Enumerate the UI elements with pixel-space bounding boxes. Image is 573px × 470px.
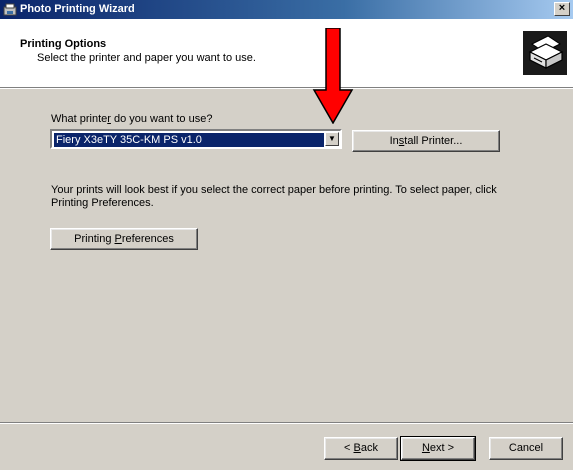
dropdown-arrow-icon[interactable]: ▼ [325, 132, 339, 146]
wizard-header: Printing Options Select the printer and … [0, 19, 573, 87]
install-printer-button[interactable]: Install Printer... [352, 130, 500, 152]
red-arrow-annotation [312, 28, 354, 124]
window-title: Photo Printing Wizard [20, 3, 135, 15]
next-button[interactable]: Next > [400, 436, 476, 461]
cancel-button[interactable]: Cancel [489, 437, 563, 460]
printer-paper-icon [523, 31, 567, 75]
printing-preferences-button[interactable]: Printing Preferences [50, 228, 198, 250]
wizard-app-icon [3, 3, 17, 16]
close-button[interactable]: × [554, 2, 570, 16]
printer-dropdown[interactable]: Fiery X3eTY 35C-KM PS v1.0 ▼ [50, 129, 342, 149]
footer-divider [0, 422, 573, 424]
page-title: Printing Options [20, 38, 107, 50]
close-icon: × [558, 2, 566, 14]
photo-printing-wizard-window: Photo Printing Wizard × Printing Options… [0, 0, 573, 470]
selected-printer: Fiery X3eTY 35C-KM PS v1.0 [54, 133, 324, 147]
header-divider [0, 87, 573, 89]
printer-prompt: What printer do you want to use? [51, 113, 213, 125]
paper-info-text: Your prints will look best if you select… [51, 184, 497, 209]
back-button[interactable]: < Back [324, 437, 398, 460]
title-bar[interactable]: Photo Printing Wizard × [0, 0, 573, 19]
page-subtitle: Select the printer and paper you want to… [37, 52, 256, 64]
